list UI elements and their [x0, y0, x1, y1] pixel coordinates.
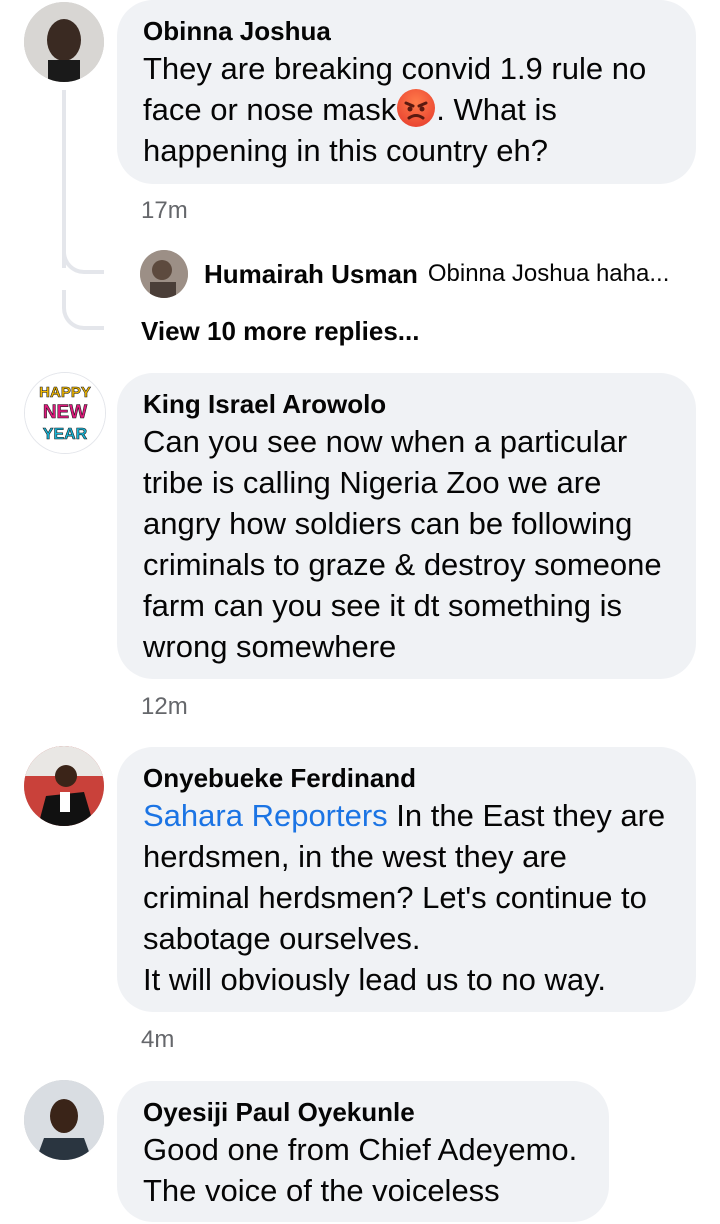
person-photo-icon: [24, 2, 104, 82]
reply-author[interactable]: Humairah Usman: [204, 259, 418, 290]
avatar-humairah-usman[interactable]: [140, 250, 188, 298]
comment-author[interactable]: Onyebueke Ferdinand: [143, 761, 670, 795]
comment-time[interactable]: 4m: [141, 1025, 174, 1055]
comment-time[interactable]: 17m: [141, 196, 188, 226]
avatar-text-line-3: YEAR: [43, 426, 88, 443]
comment-author[interactable]: Obinna Joshua: [143, 14, 670, 48]
avatar-onyebueke-ferdinand[interactable]: [24, 746, 104, 826]
comment-text: They are breaking convid 1.9 rule no fac…: [143, 51, 655, 168]
avatar-obinna-joshua[interactable]: [24, 2, 104, 82]
comment-time[interactable]: 12m: [141, 692, 188, 722]
avatar-text-line-1: HAPPY: [39, 384, 91, 401]
person-photo-icon: [24, 746, 104, 826]
comment-bubble-onyebueke: Onyebueke Ferdinand Sahara Reporters In …: [117, 747, 696, 1012]
comment-author[interactable]: Oyesiji Paul Oyekunle: [143, 1095, 583, 1129]
comment-bubble-king-israel: King Israel Arowolo Can you see now when…: [117, 373, 696, 679]
avatar-oyesiji-paul-oyekunle[interactable]: [24, 1080, 104, 1160]
avatar-king-israel-arowolo[interactable]: HAPPY NEW YEAR: [24, 372, 106, 454]
person-photo-icon: [24, 1080, 104, 1160]
comment-text: Can you see now when a particular tribe …: [143, 424, 671, 664]
happy-new-year-image-icon: HAPPY NEW YEAR: [25, 373, 105, 453]
view-more-replies-link[interactable]: View 10 more replies...: [141, 316, 419, 347]
comment-bubble-obinna: Obinna Joshua They are breaking convid 1…: [117, 0, 696, 184]
mention-link[interactable]: Sahara Reporters: [143, 798, 388, 833]
thread-connector-view-more: [62, 290, 104, 330]
angry-face-icon: [397, 89, 436, 127]
reply-snippet[interactable]: Obinna Joshua haha...: [428, 260, 670, 288]
avatar-text-line-2: NEW: [43, 402, 87, 423]
comment-author[interactable]: King Israel Arowolo: [143, 387, 670, 421]
person-photo-icon: [140, 250, 188, 298]
comment-text: Sahara Reporters In the East they are he…: [143, 798, 666, 997]
reply-preview[interactable]: Humairah Usman Obinna Joshua haha...: [140, 250, 669, 298]
thread-connector-reply: [62, 240, 104, 274]
comment-text: Good one from Chief Adeyemo. The voice o…: [143, 1132, 586, 1208]
comment-bubble-oyesiji: Oyesiji Paul Oyekunle Good one from Chie…: [117, 1081, 609, 1222]
